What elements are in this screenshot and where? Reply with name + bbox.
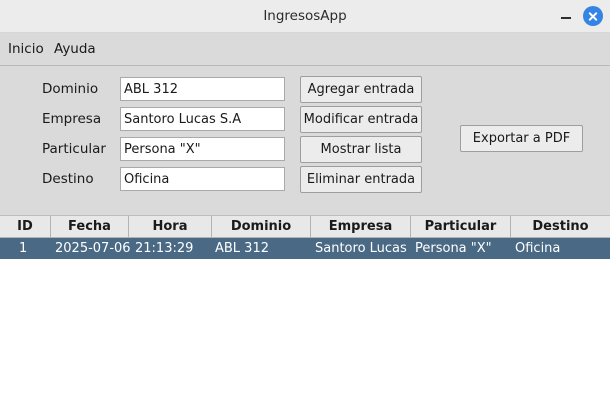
title-bar: IngresosApp xyxy=(0,0,610,33)
entries-table[interactable]: ID Fecha Hora Dominio Empresa Particular… xyxy=(0,215,610,416)
table-row[interactable]: 1 2025-07-06 21:13:29 ABL 312 Santoro Lu… xyxy=(0,238,610,259)
column-header-dominio[interactable]: Dominio xyxy=(212,216,311,238)
table-header: ID Fecha Hora Dominio Empresa Particular… xyxy=(0,216,610,238)
cell-empresa: Santoro Lucas S.A xyxy=(315,241,408,256)
column-header-hora[interactable]: Hora xyxy=(129,216,212,238)
column-header-fecha[interactable]: Fecha xyxy=(51,216,129,238)
exportar-pdf-button[interactable]: Exportar a PDF xyxy=(460,125,583,152)
eliminar-entrada-button[interactable]: Eliminar entrada xyxy=(300,166,422,193)
empresa-label: Empresa xyxy=(42,111,102,127)
cell-dominio: ABL 312 xyxy=(215,241,269,256)
dominio-label: Dominio xyxy=(42,81,99,97)
agregar-entrada-button[interactable]: Agregar entrada xyxy=(300,76,422,103)
modificar-entrada-button[interactable]: Modificar entrada xyxy=(300,106,422,133)
particular-input[interactable]: Persona "X" xyxy=(120,137,285,161)
cell-destino: Oficina xyxy=(515,241,561,256)
entry-form: Dominio ABL 312 Empresa Santoro Lucas S.… xyxy=(0,66,610,215)
empresa-input[interactable]: Santoro Lucas S.A xyxy=(120,107,285,131)
cell-hora: 21:13:29 xyxy=(135,241,194,256)
cell-id: 1 xyxy=(19,241,28,256)
menu-bar: Inicio Ayuda xyxy=(0,33,610,66)
window-title: IngresosApp xyxy=(263,8,347,24)
menu-inicio[interactable]: Inicio xyxy=(8,41,44,57)
cell-fecha: 2025-07-06 xyxy=(55,241,131,256)
destino-input[interactable]: Oficina xyxy=(120,167,285,191)
menu-ayuda[interactable]: Ayuda xyxy=(54,41,96,57)
dominio-input[interactable]: ABL 312 xyxy=(120,77,285,101)
close-icon[interactable] xyxy=(583,6,603,26)
column-header-id[interactable]: ID xyxy=(0,216,51,238)
minimize-icon[interactable] xyxy=(556,6,576,26)
column-header-destino[interactable]: Destino xyxy=(511,216,610,238)
destino-label: Destino xyxy=(42,171,94,187)
column-header-particular[interactable]: Particular xyxy=(411,216,511,238)
mostrar-lista-button[interactable]: Mostrar lista xyxy=(300,136,422,163)
particular-label: Particular xyxy=(42,141,106,157)
cell-particular: Persona "X" xyxy=(415,241,492,256)
column-header-empresa[interactable]: Empresa xyxy=(311,216,411,238)
